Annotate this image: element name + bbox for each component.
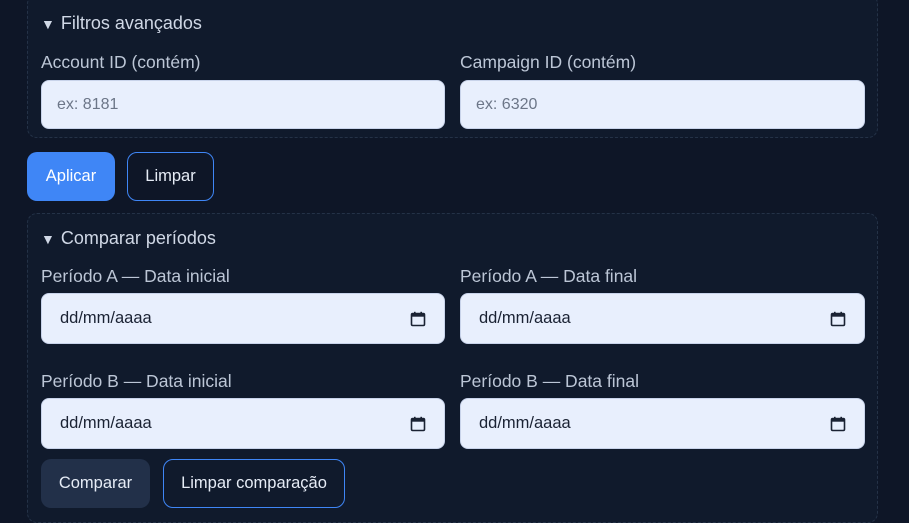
period-b-end-label: Período B — Data final — [460, 371, 639, 391]
compare-periods-panel: ▼ Comparar períodos Período A — Data ini… — [27, 213, 878, 523]
period-b-start-value: dd/mm/aaaa — [60, 414, 152, 432]
period-b-start-date-input[interactable]: dd/mm/aaaa — [41, 398, 445, 449]
period-b-start-label: Período B — Data inicial — [41, 371, 232, 391]
disclosure-triangle-icon: ▼ — [41, 15, 55, 32]
period-a-start-date-input[interactable]: dd/mm/aaaa — [41, 293, 445, 344]
period-a-end-date-input[interactable]: dd/mm/aaaa — [460, 293, 865, 344]
calendar-icon[interactable] — [830, 311, 846, 327]
advanced-filters-panel: ▼ Filtros avançados Account ID (contém) … — [27, 0, 878, 138]
calendar-icon[interactable] — [830, 416, 846, 432]
campaign-id-placeholder: ex: 6320 — [476, 95, 538, 113]
account-id-label: Account ID (contém) — [41, 52, 201, 72]
advanced-filters-summary[interactable]: ▼ Filtros avançados — [41, 13, 202, 34]
period-a-end-label: Período A — Data final — [460, 266, 638, 286]
campaign-id-label: Campaign ID (contém) — [460, 52, 637, 72]
disclosure-triangle-icon: ▼ — [41, 230, 55, 247]
clear-comparison-button[interactable]: Limpar comparação — [163, 459, 345, 508]
compare-button[interactable]: Comparar — [41, 459, 150, 508]
clear-button[interactable]: Limpar — [127, 152, 214, 201]
period-a-start-value: dd/mm/aaaa — [60, 309, 152, 327]
campaign-id-input[interactable]: ex: 6320 — [460, 80, 865, 129]
advanced-filters-title: Filtros avançados — [60, 13, 202, 33]
compare-periods-summary[interactable]: ▼ Comparar períodos — [41, 228, 216, 249]
period-b-end-date-input[interactable]: dd/mm/aaaa — [460, 398, 865, 449]
calendar-icon[interactable] — [410, 416, 426, 432]
calendar-icon[interactable] — [410, 311, 426, 327]
account-id-placeholder: ex: 8181 — [57, 95, 119, 113]
account-id-input[interactable]: ex: 8181 — [41, 80, 445, 129]
period-b-end-value: dd/mm/aaaa — [479, 414, 571, 432]
period-a-end-value: dd/mm/aaaa — [479, 309, 571, 327]
compare-periods-title: Comparar períodos — [60, 228, 216, 248]
period-a-start-label: Período A — Data inicial — [41, 266, 230, 286]
apply-button[interactable]: Aplicar — [27, 152, 115, 201]
